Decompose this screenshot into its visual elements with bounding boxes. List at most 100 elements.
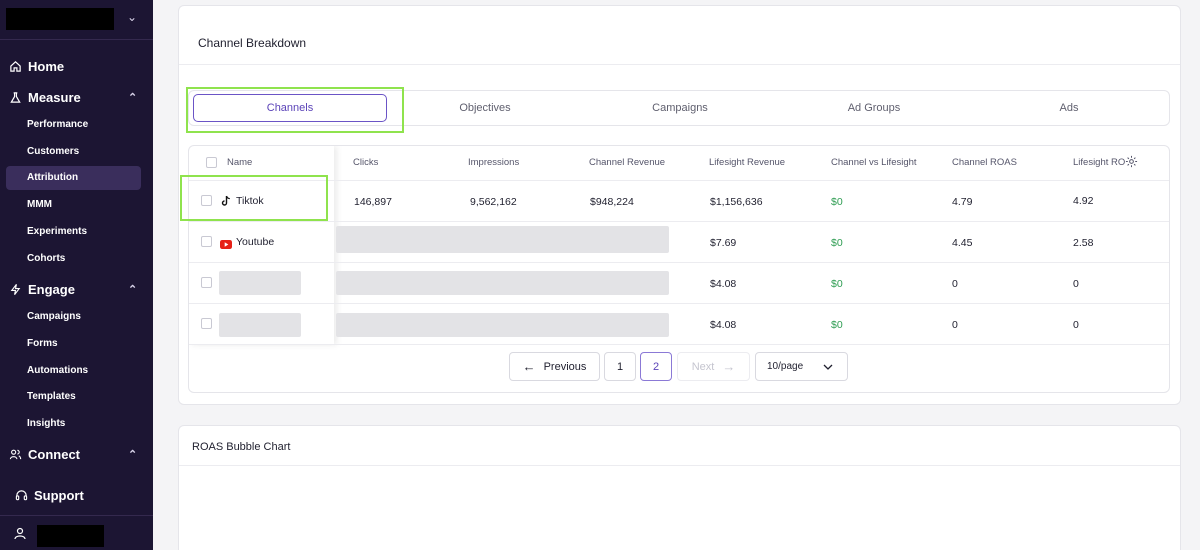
row-checkbox[interactable] <box>201 277 212 288</box>
col-header-channel-vs-lifesight[interactable]: Channel vs Lifesight <box>831 157 917 168</box>
nav-item-mmm[interactable]: MMM <box>27 199 52 210</box>
page-2-button[interactable]: 2 <box>640 352 672 381</box>
col-header-channel-roas[interactable]: Channel ROAS <box>952 157 1017 168</box>
row-channel-revenue: $948,224 <box>590 196 634 208</box>
youtube-icon <box>220 236 232 254</box>
row-checkbox[interactable] <box>201 318 212 329</box>
row-lifesight-roas: 4.92 <box>1073 195 1094 207</box>
chevron-up-icon[interactable]: ⌃ <box>128 91 137 104</box>
row-lifesight-revenue: $7.69 <box>710 237 737 249</box>
workspace-name-redacted <box>6 8 114 30</box>
row-name[interactable]: Youtube <box>236 236 274 248</box>
nav-engage-label: Engage <box>28 282 75 297</box>
previous-label: Previous <box>543 360 587 373</box>
card-divider <box>179 64 1180 65</box>
row-lifesight-revenue: $1,156,636 <box>710 196 763 208</box>
redacted-values <box>336 271 669 295</box>
redacted-values <box>336 313 669 337</box>
headset-icon <box>14 489 28 503</box>
previous-page-button[interactable]: ← Previous <box>509 352 600 381</box>
row-channel-roas: 4.45 <box>952 237 973 249</box>
row-checkbox[interactable] <box>201 195 212 206</box>
col-header-impressions[interactable]: Impressions <box>468 157 519 168</box>
roas-bubble-chart-card <box>178 425 1181 550</box>
chevron-down-icon[interactable]: ⌄ <box>127 10 137 24</box>
table-row: $4.08 $0 0 0 <box>189 263 1169 303</box>
sidebar: ⌄ Home Measure ⌃ Performance Customers A… <box>0 0 153 550</box>
user-menu[interactable] <box>0 515 153 550</box>
nav-item-cohorts[interactable]: Cohorts <box>27 253 65 264</box>
page-1-button[interactable]: 1 <box>604 352 636 381</box>
row-lifesight-revenue: $4.08 <box>710 278 737 290</box>
row-checkbox[interactable] <box>201 236 212 247</box>
next-page-button[interactable]: Next → <box>677 352 750 381</box>
page-size-select[interactable]: 10/page <box>755 352 848 381</box>
nav-item-templates[interactable]: Templates <box>27 391 76 402</box>
row-lifesight-revenue: $4.08 <box>710 319 737 331</box>
users-icon <box>8 448 22 462</box>
row-channel-vs-lifesight: $0 <box>831 237 843 249</box>
row-name[interactable]: Tiktok <box>236 195 264 207</box>
page-size-value: 10/page <box>767 361 804 372</box>
nav-engage[interactable]: Engage ⌃ <box>8 282 153 297</box>
tab-objectives[interactable]: Objectives <box>415 91 555 125</box>
nav-item-insights[interactable]: Insights <box>27 418 65 429</box>
arrow-right-icon: → <box>722 359 736 374</box>
chevron-down-icon <box>823 361 833 373</box>
select-all-checkbox[interactable] <box>206 157 217 168</box>
user-icon <box>14 527 26 545</box>
row-channel-roas: 0 <box>952 319 958 331</box>
channel-breakdown-title: Channel Breakdown <box>198 36 307 50</box>
chevron-up-icon[interactable]: ⌃ <box>128 283 137 296</box>
row-channel-roas: 0 <box>952 278 958 290</box>
table-row: Youtube $7.69 $0 4.45 2.58 <box>189 222 1169 262</box>
nav-connect[interactable]: Connect ⌃ <box>8 447 153 462</box>
tab-ad-groups[interactable]: Ad Groups <box>804 91 944 125</box>
redacted-name <box>219 271 301 295</box>
nav-measure[interactable]: Measure ⌃ <box>8 90 153 105</box>
table-row: $4.08 $0 0 0 <box>189 304 1169 344</box>
nav-connect-label: Connect <box>28 447 80 462</box>
arrow-left-icon: ← <box>522 359 536 374</box>
row-channel-roas: 4.79 <box>952 196 973 208</box>
nav-item-campaigns[interactable]: Campaigns <box>27 311 81 322</box>
tab-channels[interactable]: Channels <box>193 94 387 122</box>
tab-ads[interactable]: Ads <box>999 91 1139 125</box>
row-channel-vs-lifesight: $0 <box>831 319 843 331</box>
row-lifesight-roas: 0 <box>1073 278 1079 290</box>
table-row: Tiktok 146,897 9,562,162 $948,224 $1,156… <box>189 181 1169 221</box>
col-header-channel-revenue[interactable]: Channel Revenue <box>589 157 665 168</box>
nav-measure-label: Measure <box>28 90 81 105</box>
col-header-lifesight-roas[interactable]: Lifesight RO <box>1073 157 1125 168</box>
settings-icon[interactable] <box>1125 155 1138 173</box>
redacted-values <box>336 226 669 253</box>
row-clicks: 146,897 <box>354 196 392 208</box>
row-lifesight-roas: 0 <box>1073 319 1079 331</box>
col-header-clicks[interactable]: Clicks <box>353 157 378 168</box>
workspace-switcher[interactable]: ⌄ <box>0 0 153 40</box>
row-channel-vs-lifesight: $0 <box>831 278 843 290</box>
nav-item-experiments[interactable]: Experiments <box>27 226 87 237</box>
user-name-redacted <box>37 525 104 547</box>
chevron-up-icon[interactable]: ⌃ <box>128 448 137 461</box>
breakdown-tabs: Channels Objectives Campaigns Ad Groups … <box>188 90 1170 126</box>
flask-icon <box>8 91 22 105</box>
nav-home[interactable]: Home <box>8 59 64 74</box>
roas-bubble-chart-title: ROAS Bubble Chart <box>192 441 291 453</box>
nav-home-label: Home <box>28 59 65 74</box>
nav-item-customers[interactable]: Customers <box>27 146 79 157</box>
next-label: Next <box>691 360 715 373</box>
row-lifesight-roas: 2.58 <box>1073 237 1094 249</box>
tab-campaigns[interactable]: Campaigns <box>610 91 750 125</box>
nav-item-attribution[interactable]: Attribution <box>6 166 141 190</box>
col-header-lifesight-revenue[interactable]: Lifesight Revenue <box>709 157 785 168</box>
nav-item-forms[interactable]: Forms <box>27 338 58 349</box>
col-header-name[interactable]: Name <box>227 157 252 168</box>
lightning-icon <box>8 283 22 297</box>
nav-support[interactable]: Support <box>14 488 84 503</box>
tiktok-icon <box>221 194 231 212</box>
nav-item-automations[interactable]: Automations <box>27 365 88 376</box>
nav-item-performance[interactable]: Performance <box>27 119 88 130</box>
home-icon <box>8 60 22 74</box>
card-divider <box>179 465 1180 466</box>
